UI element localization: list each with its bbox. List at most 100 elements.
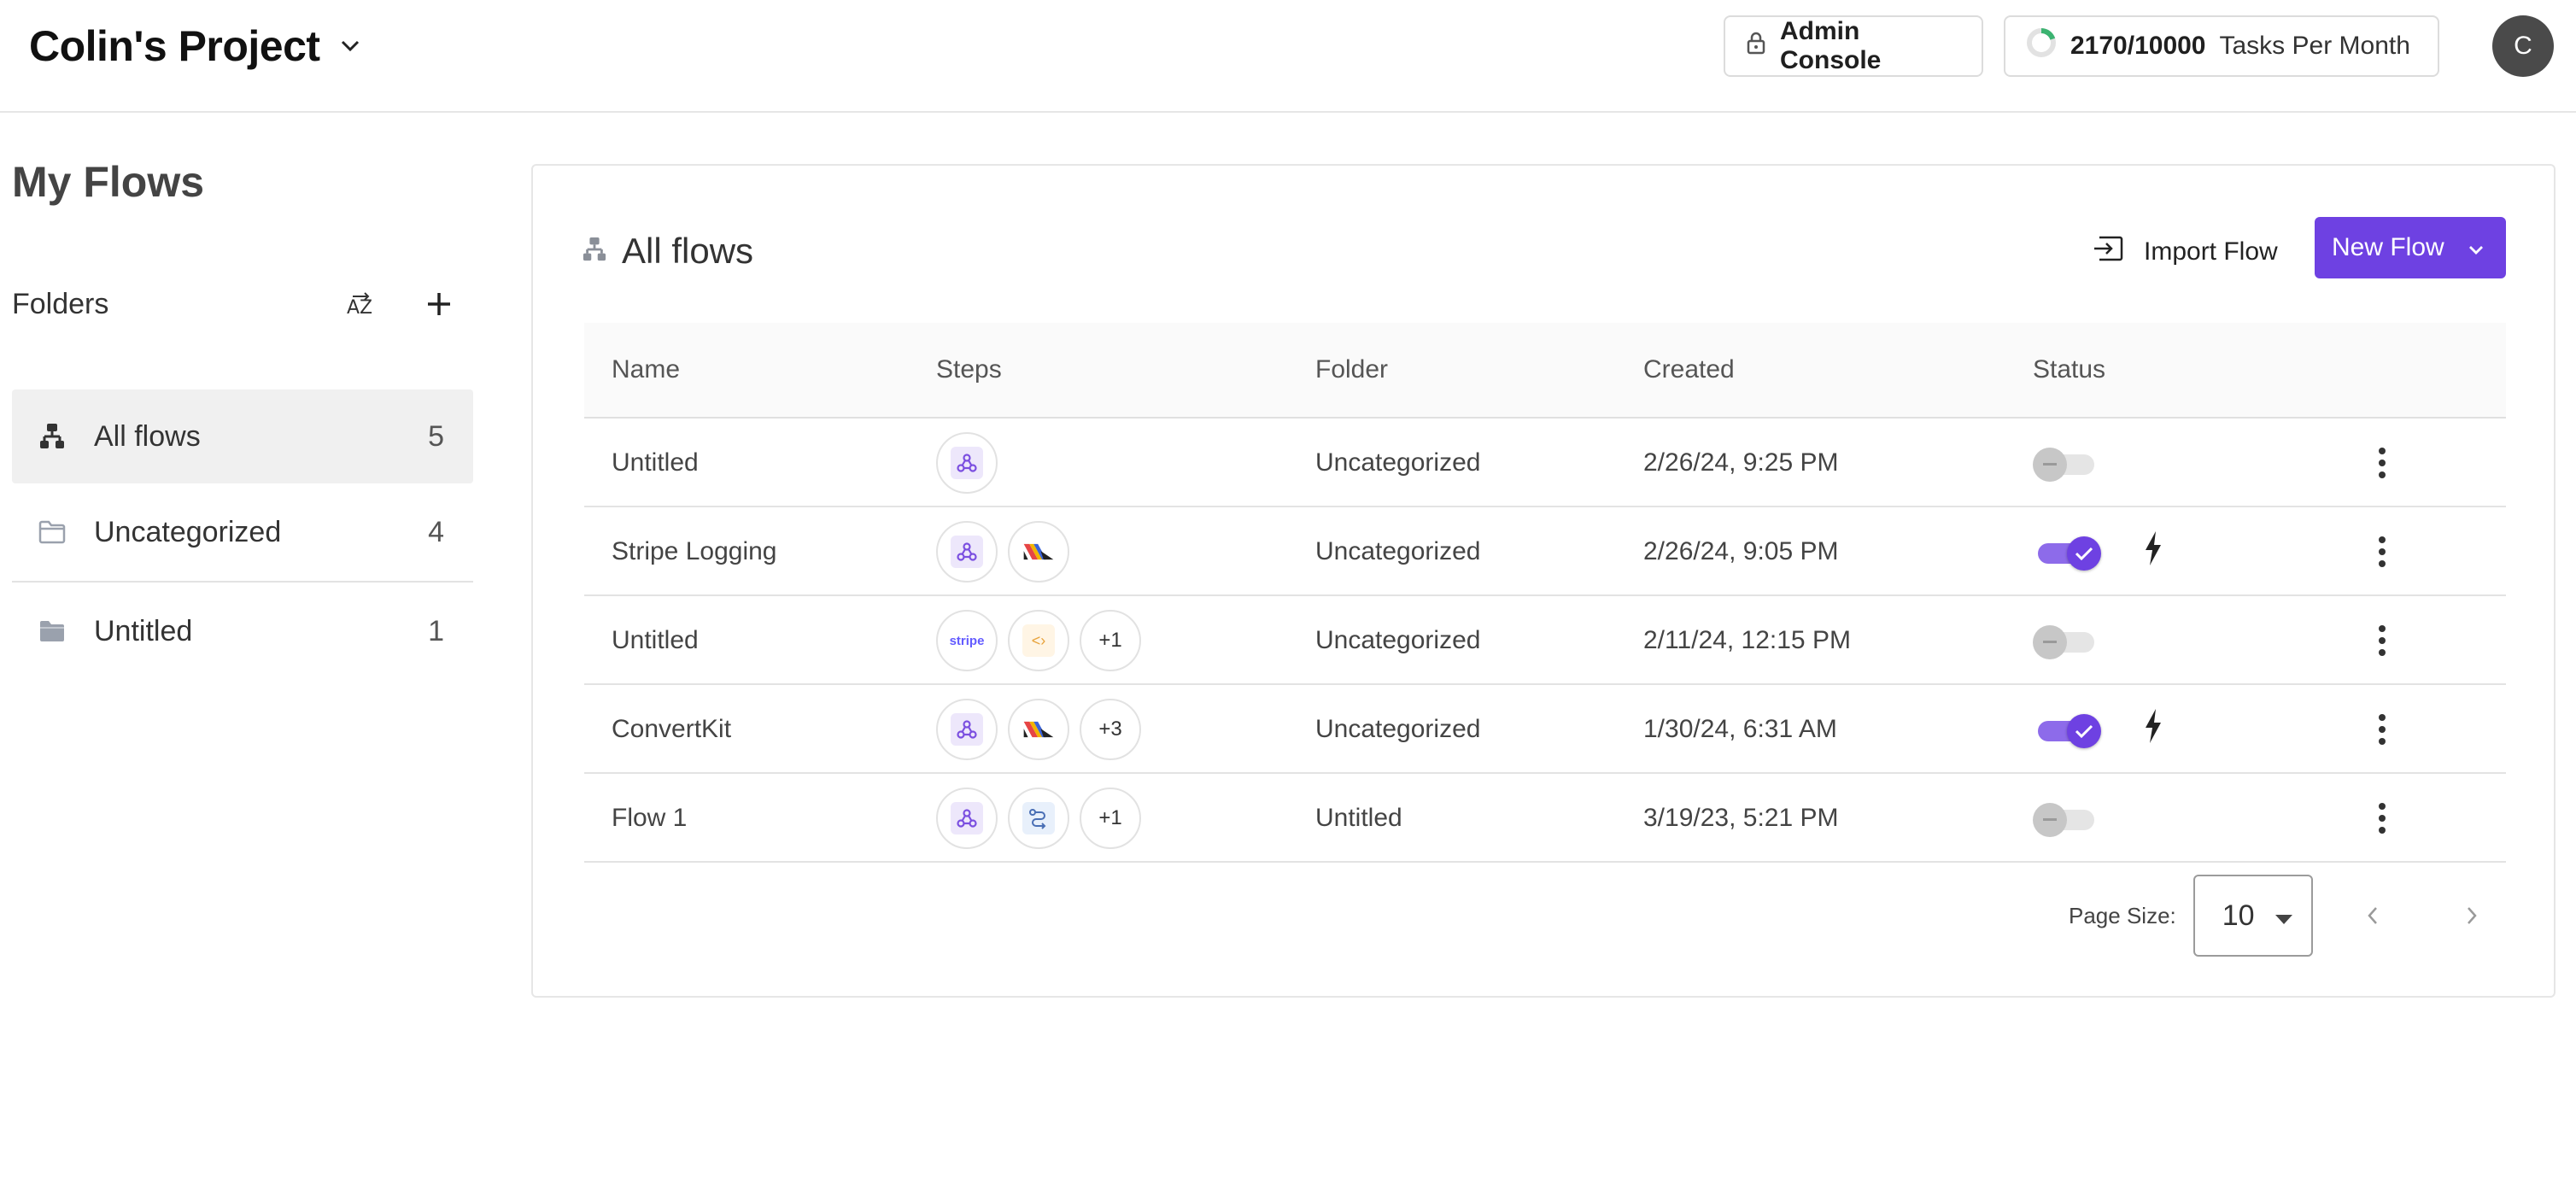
- sidebar-item-count: 4: [428, 515, 444, 548]
- column-header-steps: Steps: [936, 355, 1002, 384]
- flow-steps: +1: [936, 774, 1141, 863]
- svg-text:Z: Z: [360, 297, 372, 317]
- pagination: Page Size: 10: [2069, 875, 2489, 957]
- previous-page-button[interactable]: [2356, 899, 2390, 933]
- sidebar-item-label: All flows: [94, 419, 201, 453]
- folder-outline-icon: [38, 518, 67, 547]
- lock-icon: [1746, 31, 1766, 61]
- flow-status: [2033, 596, 2098, 685]
- more-steps-badge: +3: [1080, 699, 1141, 760]
- project-name: Colin's Project: [29, 22, 320, 70]
- table-row[interactable]: Untitled Uncategorized 2/26/24, 9:25 PM: [584, 419, 2506, 507]
- tasks-usage-button[interactable]: 2170/10000 Tasks Per Month: [2004, 15, 2439, 77]
- import-flow-label: Import Flow: [2144, 237, 2278, 266]
- sidebar-item-label: Uncategorized: [94, 515, 282, 548]
- flow-created: 2/26/24, 9:25 PM: [1643, 448, 1839, 477]
- flow-folder: Uncategorized: [1315, 537, 1481, 565]
- card-title: All flows: [583, 227, 753, 275]
- flow-icon: [583, 237, 606, 266]
- column-header-created[interactable]: Created: [1643, 355, 1735, 384]
- status-toggle[interactable]: [2033, 535, 2101, 571]
- more-steps-badge: +1: [1080, 788, 1141, 849]
- flow-status: [2033, 774, 2098, 863]
- table-row[interactable]: ConvertKit +3 Uncategorized 1/30/24, 6:31 A…: [584, 685, 2506, 774]
- chevron-down-icon: [2468, 233, 2484, 262]
- folders-label: Folders: [12, 287, 109, 320]
- stripe-text: stripe: [949, 633, 985, 648]
- row-menu-button[interactable]: [2369, 419, 2395, 507]
- status-toggle[interactable]: [2033, 801, 2098, 837]
- avatar[interactable]: C: [2492, 15, 2554, 77]
- folders-header: Folders AZ: [12, 280, 473, 328]
- more-vertical-icon: [2379, 625, 2386, 656]
- flow-branch-icon: [1008, 788, 1069, 849]
- usage-progress-icon: [2026, 27, 2057, 65]
- status-toggle[interactable]: [2033, 624, 2098, 659]
- more-steps-badge: +1: [1080, 610, 1141, 671]
- flow-steps: stripe <› +1: [936, 596, 1141, 685]
- table-row[interactable]: Stripe Logging Uncategorized 2/26/24, 9:05…: [584, 507, 2506, 596]
- flow-name[interactable]: Stripe Logging: [612, 507, 776, 596]
- webhook-icon: [936, 521, 998, 583]
- sidebar-item-untitled[interactable]: Untitled 1: [12, 584, 473, 678]
- table-row[interactable]: Flow 1 +1 Untitled 3/19/23, 5:21 PM: [584, 774, 2506, 863]
- flow-folder: Uncategorized: [1315, 448, 1481, 477]
- flow-name[interactable]: ConvertKit: [612, 685, 731, 774]
- lightning-bolt-icon: [2144, 709, 2163, 750]
- sidebar-item-uncategorized[interactable]: Uncategorized 4: [12, 485, 473, 579]
- sidebar-item-count: 1: [428, 614, 444, 647]
- more-vertical-icon: [2379, 448, 2386, 478]
- page-size-select[interactable]: 10: [2193, 875, 2313, 957]
- more-vertical-icon: [2379, 714, 2386, 745]
- flow-status: [2033, 419, 2098, 507]
- import-flow-button[interactable]: Import Flow: [2093, 229, 2278, 275]
- webhook-icon: [936, 788, 998, 849]
- page-size-value: 10: [2222, 899, 2255, 932]
- tasks-label: Tasks Per Month: [2219, 32, 2410, 60]
- blocks-icon: [1008, 699, 1069, 760]
- sidebar-item-count: 5: [428, 419, 444, 453]
- flow-name[interactable]: Untitled: [612, 419, 699, 507]
- table-row[interactable]: Untitled stripe <› +1 Uncategorized 2/11/24, …: [584, 596, 2506, 685]
- sidebar-item-label: Untitled: [94, 614, 193, 647]
- svg-text:A: A: [347, 297, 360, 317]
- more-vertical-icon: [2379, 803, 2386, 834]
- status-toggle[interactable]: [2033, 446, 2098, 482]
- page-title: My Flows: [12, 158, 205, 206]
- sidebar-item-all-flows[interactable]: All flows 5: [12, 389, 473, 483]
- flow-steps: [936, 419, 998, 507]
- lightning-bolt-icon: [2144, 531, 2163, 572]
- tasks-count: 2170/10000: [2070, 32, 2206, 60]
- row-menu-button[interactable]: [2369, 774, 2395, 863]
- chevron-down-icon: [339, 35, 361, 57]
- admin-console-button[interactable]: Admin Console: [1724, 15, 1983, 77]
- add-folder-icon[interactable]: [415, 280, 463, 328]
- flow-name[interactable]: Flow 1: [612, 774, 687, 863]
- project-switcher[interactable]: Colin's Project: [29, 19, 361, 73]
- folder-filled-icon: [38, 617, 67, 646]
- stripe-icon: stripe: [936, 610, 998, 671]
- next-page-button[interactable]: [2455, 899, 2489, 933]
- flow-steps: [936, 507, 1069, 596]
- row-menu-button[interactable]: [2369, 685, 2395, 774]
- row-menu-button[interactable]: [2369, 596, 2395, 685]
- blocks-icon: [1008, 521, 1069, 583]
- divider: [12, 581, 473, 583]
- table-header: Name Steps Folder Created Status: [584, 323, 2506, 419]
- sort-az-icon[interactable]: AZ: [337, 284, 384, 325]
- flow-created: 2/26/24, 9:05 PM: [1643, 537, 1839, 565]
- caret-down-icon: [2274, 899, 2292, 933]
- new-flow-button[interactable]: New Flow: [2315, 217, 2506, 278]
- column-header-name[interactable]: Name: [612, 355, 680, 384]
- flow-created: 2/11/24, 12:15 PM: [1643, 626, 1851, 654]
- flows-card: All flows Import Flow New Flow Name Step…: [531, 164, 2556, 998]
- card-title-text: All flows: [622, 231, 754, 271]
- flow-name[interactable]: Untitled: [612, 596, 699, 685]
- flow-steps: +3: [936, 685, 1141, 774]
- more-vertical-icon: [2379, 536, 2386, 567]
- row-menu-button[interactable]: [2369, 507, 2395, 596]
- import-icon: [2093, 236, 2123, 268]
- column-header-folder: Folder: [1315, 355, 1389, 384]
- flow-folder: Uncategorized: [1315, 626, 1481, 654]
- status-toggle[interactable]: [2033, 712, 2101, 748]
